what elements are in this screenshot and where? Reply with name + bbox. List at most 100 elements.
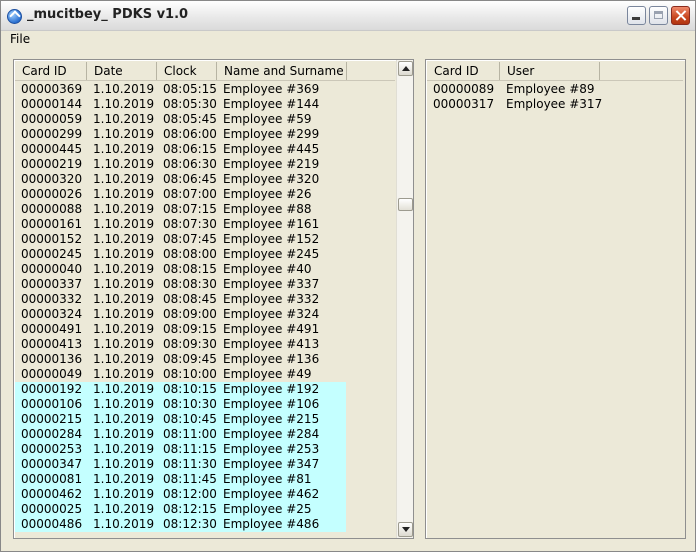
table-cell: 08:11:15 — [163, 442, 217, 456]
title-bar[interactable]: _mucitbey_ PDKS v1.0 — [1, 1, 695, 31]
table-cell: 00000088 — [21, 202, 83, 216]
table-row[interactable]: 00000445 1.10.2019 08:06:15 Employee #445 — [15, 142, 346, 157]
table-cell: 1.10.2019 — [93, 397, 155, 411]
user_list-column-header[interactable]: User — [499, 62, 600, 80]
table-cell: 00000324 — [21, 307, 83, 321]
table-cell: 00000332 — [21, 292, 83, 306]
table-row[interactable]: 00000320 1.10.2019 08:06:45 Employee #320 — [15, 172, 346, 187]
table-cell: Employee #219 — [223, 157, 320, 171]
table-row[interactable]: 00000332 1.10.2019 08:08:45 Employee #332 — [15, 292, 346, 307]
table-cell: 08:12:00 — [163, 487, 217, 501]
close-button[interactable] — [671, 6, 690, 25]
table-cell: 00000136 — [21, 352, 83, 366]
log_list-column-header[interactable]: Clock — [156, 62, 217, 80]
table-row[interactable]: 00000106 1.10.2019 08:10:30 Employee #106 — [15, 397, 346, 412]
table-row[interactable]: 00000161 1.10.2019 08:07:30 Employee #161 — [15, 217, 346, 232]
table-cell: 08:07:00 — [163, 187, 217, 201]
table-cell: 1.10.2019 — [93, 172, 155, 186]
menu-file[interactable]: File — [10, 32, 30, 46]
app-icon[interactable] — [7, 9, 22, 24]
table-cell: 00000049 — [21, 367, 83, 381]
table-cell: 1.10.2019 — [93, 262, 155, 276]
table-row[interactable]: 00000025 1.10.2019 08:12:15 Employee #25 — [15, 502, 346, 517]
table-cell: 1.10.2019 — [93, 127, 155, 141]
attendance-log-list[interactable]: Card ID Date Clock Name and Surname 0000036… — [13, 59, 414, 539]
column-header-label: Date — [94, 64, 123, 78]
table-cell: 00000486 — [21, 517, 83, 531]
table-row[interactable]: 00000284 1.10.2019 08:11:00 Employee #284 — [15, 427, 346, 442]
table-cell: Employee #88 — [223, 202, 312, 216]
table-cell: Employee #144 — [223, 97, 320, 111]
table-row[interactable]: 00000491 1.10.2019 08:09:15 Employee #491 — [15, 322, 346, 337]
table-row[interactable]: 00000219 1.10.2019 08:06:30 Employee #219 — [15, 157, 346, 172]
table-row[interactable]: 00000245 1.10.2019 08:08:00 Employee #245 — [15, 247, 346, 262]
table-cell: 1.10.2019 — [93, 112, 155, 126]
table-cell: Employee #192 — [223, 382, 320, 396]
log_list-column-header[interactable]: Name and Surname — [216, 62, 347, 80]
table-row[interactable]: 00000088 1.10.2019 08:07:15 Employee #88 — [15, 202, 346, 217]
table-cell: 00000462 — [21, 487, 83, 501]
table-row[interactable]: 00000253 1.10.2019 08:11:15 Employee #253 — [15, 442, 346, 457]
table-cell: 1.10.2019 — [93, 142, 155, 156]
table-row[interactable]: 00000486 1.10.2019 08:12:30 Employee #486 — [15, 517, 346, 532]
table-cell: 08:11:30 — [163, 457, 217, 471]
table-cell: 1.10.2019 — [93, 97, 155, 111]
table-cell: 00000192 — [21, 382, 83, 396]
scroll-thumb[interactable] — [398, 197, 413, 211]
table-cell: 00000284 — [21, 427, 83, 441]
scroll-down-button[interactable] — [398, 522, 413, 537]
user-list[interactable]: Card ID User 00000089 Employee #89 00000317… — [425, 59, 686, 539]
table-row[interactable]: 00000089 Employee #89 — [427, 82, 683, 97]
log_list-column-header[interactable]: Card ID — [14, 62, 87, 80]
table-cell: 00000215 — [21, 412, 83, 426]
column-header-label: Clock — [164, 64, 197, 78]
table-cell: Employee #81 — [223, 472, 312, 486]
table-row[interactable]: 00000317 Employee #317 — [427, 97, 683, 112]
log_list-column-header[interactable]: Date — [86, 62, 157, 80]
table-row[interactable]: 00000081 1.10.2019 08:11:45 Employee #81 — [15, 472, 346, 487]
minimize-button[interactable] — [627, 6, 646, 25]
table-cell: 08:10:15 — [163, 382, 217, 396]
table-cell: Employee #136 — [223, 352, 320, 366]
table-cell: 00000299 — [21, 127, 83, 141]
table-cell: Employee #25 — [223, 502, 312, 516]
table-row[interactable]: 00000337 1.10.2019 08:08:30 Employee #337 — [15, 277, 346, 292]
table-cell: 00000245 — [21, 247, 83, 261]
vertical-scrollbar[interactable] — [396, 60, 413, 538]
table-cell: 1.10.2019 — [93, 232, 155, 246]
table-cell: Employee #337 — [223, 277, 320, 291]
table-cell: 08:07:15 — [163, 202, 217, 216]
table-cell: 00000337 — [21, 277, 83, 291]
maximize-button[interactable] — [649, 6, 668, 25]
table-row[interactable]: 00000299 1.10.2019 08:06:00 Employee #299 — [15, 127, 346, 142]
table-cell: 08:09:45 — [163, 352, 217, 366]
scroll-up-button[interactable] — [398, 61, 413, 76]
table-cell: Employee #253 — [223, 442, 320, 456]
table-cell: 1.10.2019 — [93, 352, 155, 366]
table-row[interactable]: 00000369 1.10.2019 08:05:15 Employee #369 — [15, 82, 346, 97]
table-row[interactable]: 00000152 1.10.2019 08:07:45 Employee #152 — [15, 232, 346, 247]
table-row[interactable]: 00000413 1.10.2019 08:09:30 Employee #413 — [15, 337, 346, 352]
table-cell: 00000081 — [21, 472, 83, 486]
table-row[interactable]: 00000215 1.10.2019 08:10:45 Employee #215 — [15, 412, 346, 427]
table-row[interactable]: 00000026 1.10.2019 08:07:00 Employee #26 — [15, 187, 346, 202]
table-cell: 08:07:45 — [163, 232, 217, 246]
table-cell: 00000369 — [21, 82, 83, 96]
table-row[interactable]: 00000192 1.10.2019 08:10:15 Employee #192 — [15, 382, 346, 397]
table-cell: Employee #413 — [223, 337, 320, 351]
table-row[interactable]: 00000049 1.10.2019 08:10:00 Employee #49 — [15, 367, 346, 382]
table-row[interactable]: 00000059 1.10.2019 08:05:45 Employee #59 — [15, 112, 346, 127]
table-cell: 08:06:00 — [163, 127, 217, 141]
table-row[interactable]: 00000040 1.10.2019 08:08:15 Employee #40 — [15, 262, 346, 277]
column-header-label: Card ID — [434, 64, 479, 78]
table-cell: Employee #215 — [223, 412, 320, 426]
table-row[interactable]: 00000324 1.10.2019 08:09:00 Employee #324 — [15, 307, 346, 322]
table-cell: 08:07:30 — [163, 217, 217, 231]
user_list-column-header[interactable]: Card ID — [426, 62, 500, 80]
table-row[interactable]: 00000462 1.10.2019 08:12:00 Employee #462 — [15, 487, 346, 502]
table-row[interactable]: 00000144 1.10.2019 08:05:30 Employee #144 — [15, 97, 346, 112]
table-cell: Employee #26 — [223, 187, 312, 201]
table-row[interactable]: 00000347 1.10.2019 08:11:30 Employee #347 — [15, 457, 346, 472]
table-cell: 1.10.2019 — [93, 472, 155, 486]
table-row[interactable]: 00000136 1.10.2019 08:09:45 Employee #136 — [15, 352, 346, 367]
